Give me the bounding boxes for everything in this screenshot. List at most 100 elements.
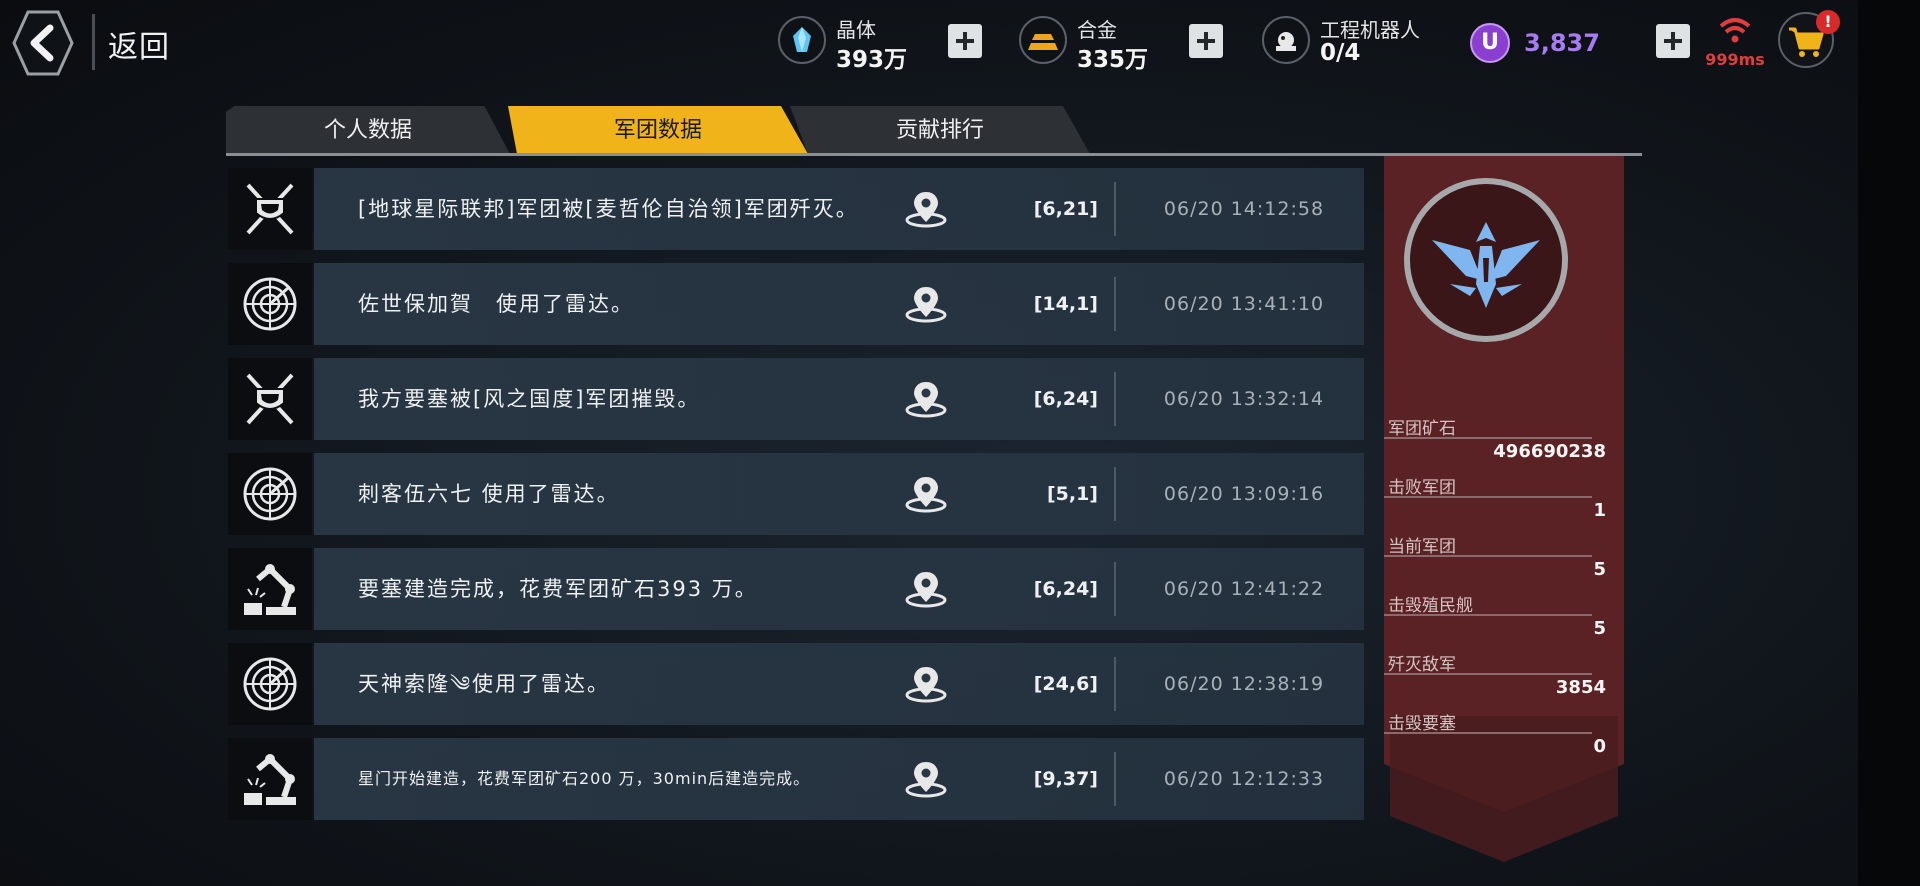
resource-alloy: 合金 335万	[1019, 12, 1169, 73]
location-pin-icon[interactable]	[904, 190, 948, 228]
event-body: 天神索隆༄使用了雷达。 [24,6] 06/20 12:38:19	[314, 643, 1364, 725]
resource-robot: 工程机器人 0/4	[1262, 12, 1452, 72]
stat-divider	[1384, 614, 1592, 616]
event-message: 要塞建造完成，花费军团矿石393 万。	[358, 577, 758, 601]
stat-divider	[1384, 496, 1592, 498]
row-divider	[1114, 752, 1116, 806]
event-type-icon-box	[228, 168, 312, 250]
robot-icon	[1262, 16, 1310, 64]
resource-crystal: 晶体 393万	[778, 12, 928, 73]
stat-value: 1	[1593, 500, 1606, 521]
legion-emblem	[1404, 178, 1568, 342]
resource-name: 晶体	[836, 18, 876, 42]
event-body: 我方要塞被[风之国度]军团摧毁。 [6,24] 06/20 13:32:14	[314, 358, 1364, 440]
event-message: 佐世保加賀 使用了雷达。	[358, 292, 634, 316]
event-message: 星门开始建造，花费军团矿石200 万，30min后建造完成。	[358, 769, 811, 788]
event-coordinates[interactable]: [6,21]	[974, 168, 1098, 250]
stat-divider	[1384, 673, 1592, 675]
network-status: 999ms	[1702, 14, 1768, 72]
event-timestamp: 06/20 13:09:16	[1163, 483, 1325, 505]
event-timestamp: 06/20 12:38:19	[1163, 673, 1325, 695]
back-divider	[92, 14, 95, 70]
stat-value: 5	[1593, 618, 1606, 639]
tab-personal-data[interactable]: 个人数据	[226, 106, 510, 154]
location-pin-icon[interactable]	[904, 475, 948, 513]
stat-label: 击败军团	[1388, 478, 1456, 498]
event-coordinates[interactable]: [6,24]	[974, 548, 1098, 630]
top-bar: 返回 晶体 393万 合金 335万 工程机器人 0/4 U 3,837 999…	[0, 0, 1858, 86]
stat-label: 当前军团	[1388, 537, 1456, 557]
event-coordinates[interactable]: [14,1]	[974, 263, 1098, 345]
event-row[interactable]: 我方要塞被[风之国度]军团摧毁。 [6,24] 06/20 13:32:14	[228, 358, 1364, 440]
stat-label: 击毁殖民舰	[1388, 596, 1473, 616]
resource-value: 335万	[1077, 47, 1149, 73]
event-type-icon-box	[228, 738, 312, 820]
resource-value: 0/4	[1320, 40, 1361, 66]
stat-label: 击毁要塞	[1388, 714, 1456, 734]
stat-label: 军团矿石	[1388, 419, 1456, 439]
add-alloy-button[interactable]	[1189, 24, 1223, 58]
location-pin-icon[interactable]	[904, 285, 948, 323]
stat-value: 496690238	[1493, 441, 1606, 462]
back-arrow-icon	[12, 10, 74, 76]
location-pin-icon[interactable]	[904, 760, 948, 798]
event-row[interactable]: 天神索隆༄使用了雷达。 [24,6] 06/20 12:38:19	[228, 643, 1364, 725]
event-coordinates[interactable]: [6,24]	[974, 358, 1098, 440]
back-button[interactable]	[12, 10, 74, 76]
event-coordinates[interactable]: [9,37]	[974, 738, 1098, 820]
event-type-icon-box	[228, 358, 312, 440]
event-body: 星门开始建造，花费军团矿石200 万，30min后建造完成。 [9,37] 06/2…	[314, 738, 1364, 820]
row-divider	[1114, 657, 1116, 711]
add-crystal-button[interactable]	[948, 24, 982, 58]
event-body: [地球星际联邦]军团被[麦哲伦自治领]军团歼灭。 [6,21] 06/20 14:1…	[314, 168, 1364, 250]
stat-value: 5	[1593, 559, 1606, 580]
add-currency-button[interactable]	[1656, 24, 1690, 58]
event-message: 我方要塞被[风之国度]军团摧毁。	[358, 387, 701, 411]
row-divider	[1114, 467, 1116, 521]
notification-badge: !	[1816, 10, 1840, 34]
legion-emblem-icon	[1432, 222, 1540, 308]
event-row[interactable]: 星门开始建造，花费军团矿石200 万，30min后建造完成。 [9,37] 06/2…	[228, 738, 1364, 820]
tab-bar: 个人数据 军团数据 贡献排行	[226, 106, 1642, 156]
stat-divider	[1384, 732, 1592, 734]
stat-value: 0	[1593, 736, 1606, 757]
event-row[interactable]: [地球星际联邦]军团被[麦哲伦自治领]军团歼灭。 [6,21] 06/20 14:1…	[228, 168, 1364, 250]
location-pin-icon[interactable]	[904, 570, 948, 608]
tab-contribution-ranking[interactable]: 贡献排行	[790, 106, 1090, 154]
event-body: 要塞建造完成，花费军团矿石393 万。 [6,24] 06/20 12:41:22	[314, 548, 1364, 630]
event-timestamp: 06/20 13:41:10	[1163, 293, 1325, 315]
tab-label: 贡献排行	[895, 118, 984, 143]
resource-name: 工程机器人	[1320, 18, 1420, 42]
premium-currency-value: 3,837	[1524, 29, 1600, 57]
tab-legion-data[interactable]: 军团数据	[508, 106, 808, 154]
location-pin-icon[interactable]	[904, 380, 948, 418]
alloy-icon	[1019, 16, 1067, 64]
event-row[interactable]: 佐世保加賀 使用了雷达。 [14,1] 06/20 13:41:10	[228, 263, 1364, 345]
event-body: 刺客伍六七 使用了雷达。 [5,1] 06/20 13:09:16	[314, 453, 1364, 535]
location-pin-icon[interactable]	[904, 665, 948, 703]
event-body: 佐世保加賀 使用了雷达。 [14,1] 06/20 13:41:10	[314, 263, 1364, 345]
event-message: [地球星际联邦]军团被[麦哲伦自治领]军团歼灭。	[358, 197, 859, 221]
screen-edge	[1858, 0, 1920, 886]
wifi-icon	[1719, 18, 1751, 43]
event-type-icon-box	[228, 453, 312, 535]
back-label[interactable]: 返回	[108, 22, 170, 66]
event-row[interactable]: 要塞建造完成，花费军团矿石393 万。 [6,24] 06/20 12:41:22	[228, 548, 1364, 630]
event-timestamp: 06/20 14:12:58	[1163, 198, 1325, 220]
event-timestamp: 06/20 13:32:14	[1163, 388, 1325, 410]
row-divider	[1114, 182, 1116, 236]
stat-divider	[1384, 437, 1592, 439]
tab-label: 个人数据	[323, 118, 412, 143]
event-type-icon-box	[228, 548, 312, 630]
row-divider	[1114, 372, 1116, 426]
event-message: 刺客伍六七 使用了雷达。	[358, 482, 620, 506]
event-timestamp: 06/20 12:41:22	[1163, 578, 1325, 600]
tab-label: 军团数据	[613, 118, 702, 143]
event-row[interactable]: 刺客伍六七 使用了雷达。 [5,1] 06/20 13:09:16	[228, 453, 1364, 535]
crystal-icon	[778, 16, 826, 64]
row-divider	[1114, 277, 1116, 331]
event-coordinates[interactable]: [24,6]	[974, 643, 1098, 725]
stat-label: 歼灭敌军	[1388, 655, 1456, 675]
event-type-icon-box	[228, 643, 312, 725]
event-coordinates[interactable]: [5,1]	[974, 453, 1098, 535]
